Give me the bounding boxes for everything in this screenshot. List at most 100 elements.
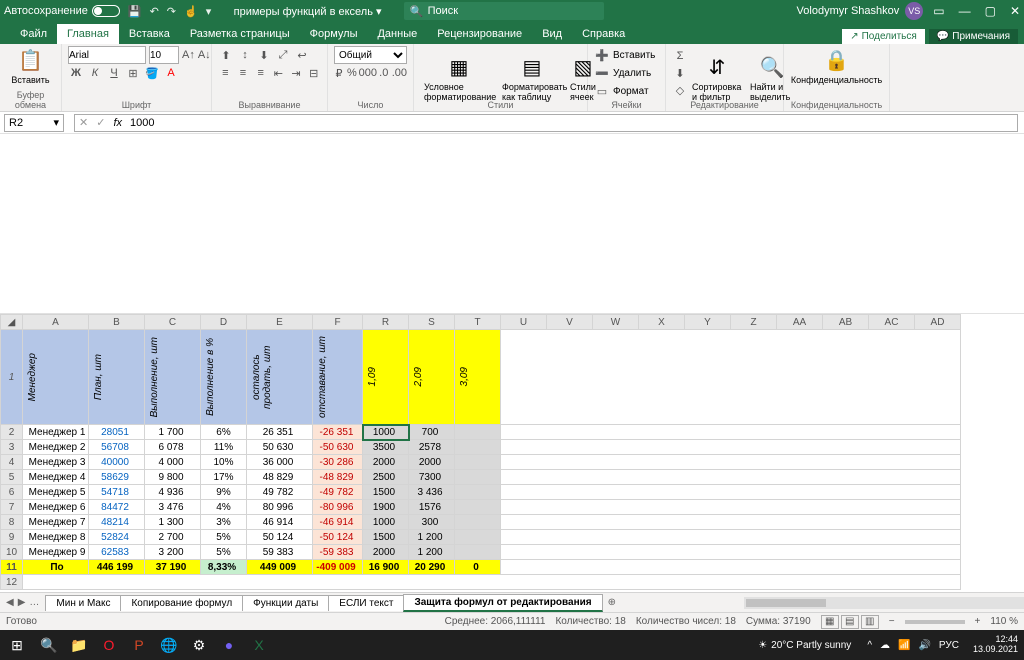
align-top-icon[interactable]: ⬆	[218, 47, 234, 63]
cell[interactable]: Менеджер 4	[23, 470, 89, 485]
cell[interactable]: 2000	[363, 545, 409, 560]
cell[interactable]: Менеджер 3	[23, 455, 89, 470]
insert-cell-icon[interactable]: ➕	[594, 47, 610, 63]
cell[interactable]	[455, 500, 501, 515]
col-header[interactable]: V	[547, 315, 593, 330]
cell[interactable]: 3,09	[455, 330, 501, 425]
col-header[interactable]: Y	[685, 315, 731, 330]
cell[interactable]: -26 351	[313, 425, 363, 440]
font-name[interactable]	[68, 46, 146, 64]
align-center-icon[interactable]: ≡	[236, 65, 251, 81]
tab-review[interactable]: Рецензирование	[427, 24, 532, 44]
sheet-tab[interactable]: Копирование формул	[120, 595, 243, 611]
cell[interactable]: По	[23, 560, 89, 575]
search-box[interactable]: 🔍Поиск	[404, 2, 604, 20]
italic-icon[interactable]: К	[87, 65, 103, 81]
col-header[interactable]: S	[409, 315, 455, 330]
save-icon[interactable]: 💾	[128, 5, 142, 18]
cell[interactable]: 11%	[201, 440, 247, 455]
cell[interactable]: Менеджер 7	[23, 515, 89, 530]
col-header[interactable]: U	[501, 315, 547, 330]
comma-icon[interactable]: 000	[360, 65, 376, 81]
row-header[interactable]: 5	[1, 470, 23, 485]
cell[interactable]: 3500	[363, 440, 409, 455]
cell[interactable]: 36 000	[247, 455, 313, 470]
number-format[interactable]: Общий	[334, 46, 407, 64]
orient-icon[interactable]: ⤢	[275, 47, 291, 63]
col-header[interactable]: A	[23, 315, 89, 330]
cell[interactable]: -50 630	[313, 440, 363, 455]
share-button[interactable]: ↗Поделиться	[842, 29, 925, 44]
merge-icon[interactable]: ⊟	[306, 65, 321, 81]
zoom-in-icon[interactable]: +	[975, 616, 981, 627]
tab-help[interactable]: Справка	[572, 24, 635, 44]
sheet-tab[interactable]: ЕСЛИ текст	[328, 595, 404, 611]
align-left-icon[interactable]: ≡	[218, 65, 233, 81]
cell[interactable]: 4 000	[145, 455, 201, 470]
zoom-level[interactable]: 110 %	[990, 616, 1018, 627]
row-header[interactable]: 10	[1, 545, 23, 560]
cell[interactable]: 5%	[201, 545, 247, 560]
cell[interactable]: 52824	[89, 530, 145, 545]
row-header[interactable]: 12	[1, 575, 23, 590]
align-mid-icon[interactable]: ↕	[237, 47, 253, 63]
indent-inc-icon[interactable]: ⇥	[289, 65, 304, 81]
delete-cell-icon[interactable]: ➖	[594, 65, 610, 81]
cell[interactable]: 1500	[363, 485, 409, 500]
cell[interactable]: Менеджер 2	[23, 440, 89, 455]
sheet-prev-icon[interactable]: ◀	[6, 597, 14, 608]
cell[interactable]	[455, 545, 501, 560]
cell[interactable]	[455, 440, 501, 455]
cell[interactable]: -46 914	[313, 515, 363, 530]
cell[interactable]: 6%	[201, 425, 247, 440]
cell[interactable]: 4 936	[145, 485, 201, 500]
cell[interactable]: Менеджер 6	[23, 500, 89, 515]
col-header[interactable]: E	[247, 315, 313, 330]
tab-file[interactable]: Файл	[10, 24, 57, 44]
cell[interactable]: 446 199	[89, 560, 145, 575]
view-layout-icon[interactable]: ▤	[841, 615, 859, 629]
cell[interactable]: 26 351	[247, 425, 313, 440]
cell[interactable]: Менеджер	[23, 330, 89, 425]
cell[interactable]: 9%	[201, 485, 247, 500]
cell[interactable]: 20 290	[409, 560, 455, 575]
align-right-icon[interactable]: ≡	[253, 65, 268, 81]
autosum-icon[interactable]: Σ	[672, 48, 688, 64]
ribbon-options-icon[interactable]: ▭	[933, 4, 944, 18]
wrap-icon[interactable]: ↩	[294, 47, 310, 63]
cell[interactable]: осталось продать, шт	[247, 330, 313, 425]
lang-indicator[interactable]: РУС	[939, 640, 959, 651]
autosave-toggle[interactable]	[92, 5, 120, 17]
cell[interactable]: 37 190	[145, 560, 201, 575]
row-header[interactable]: 11	[1, 560, 23, 575]
enter-icon[interactable]: ✓	[96, 116, 105, 129]
minimize-icon[interactable]: —	[959, 4, 971, 18]
clear-icon[interactable]: ◇	[672, 82, 688, 98]
excel-icon[interactable]: X	[244, 630, 274, 660]
formula-bar[interactable]: ✕ ✓ fx 1000	[74, 114, 1018, 132]
search-task-icon[interactable]: 🔍	[34, 630, 64, 660]
cell[interactable]	[455, 425, 501, 440]
cell[interactable]: 1000	[363, 425, 409, 440]
cell[interactable]: 58629	[89, 470, 145, 485]
insert-cell[interactable]: Вставить	[613, 50, 655, 61]
cell[interactable]: 1576	[409, 500, 455, 515]
col-header[interactable]: D	[201, 315, 247, 330]
col-header[interactable]: B	[89, 315, 145, 330]
cell[interactable]: 2 700	[145, 530, 201, 545]
cell[interactable]: 54718	[89, 485, 145, 500]
start-button[interactable]: ⊞	[0, 637, 34, 654]
cloud-icon[interactable]: ☁	[880, 640, 890, 651]
cell[interactable]	[455, 470, 501, 485]
col-header[interactable]: W	[593, 315, 639, 330]
cell[interactable]: Выполнение, шт	[145, 330, 201, 425]
cell[interactable]: 50 124	[247, 530, 313, 545]
row-header[interactable]: 2	[1, 425, 23, 440]
cell[interactable]: 8,33%	[201, 560, 247, 575]
redo-icon[interactable]: ↷	[167, 5, 176, 18]
cell[interactable]: 17%	[201, 470, 247, 485]
tab-data[interactable]: Данные	[367, 24, 427, 44]
cell[interactable]	[455, 455, 501, 470]
row-header[interactable]: 6	[1, 485, 23, 500]
name-box[interactable]: R2▾	[4, 114, 64, 132]
